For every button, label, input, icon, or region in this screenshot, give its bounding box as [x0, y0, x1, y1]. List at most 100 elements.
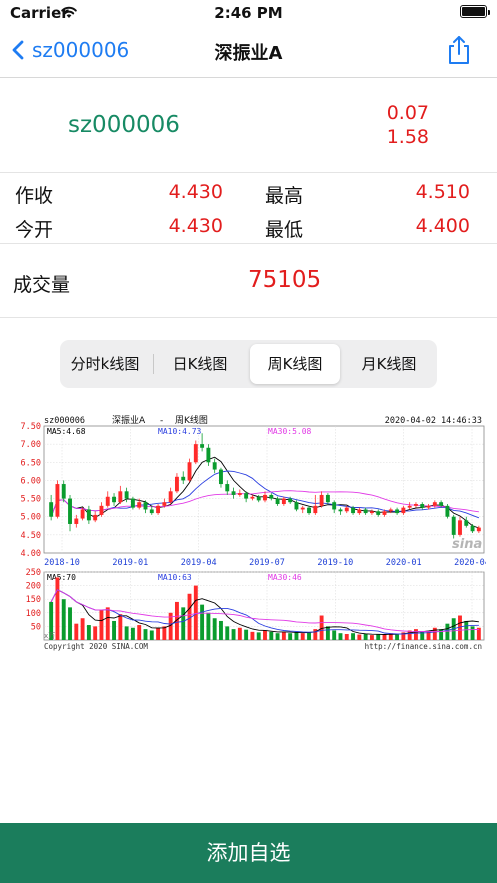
volume-bar	[244, 629, 249, 640]
prev-close-value: 4.430	[168, 181, 223, 203]
volume-bar	[357, 634, 362, 640]
volume-bar	[376, 634, 381, 640]
volume-bar	[414, 629, 418, 640]
volume-bar	[61, 599, 66, 640]
open-value: 4.430	[168, 215, 223, 237]
status-bar: Carrier 2:46 PM	[0, 0, 497, 26]
chart-type-label: 周K线图	[175, 414, 208, 426]
volume-bar	[407, 630, 412, 640]
volume-bar	[55, 577, 60, 640]
candle-body	[288, 498, 293, 503]
chart-type-tabs: 分时k线图 日K线图 周K线图 月K线图	[60, 340, 437, 388]
volume-bar	[143, 629, 148, 640]
add-to-watchlist-button[interactable]: 添加自选	[0, 823, 497, 883]
tab-weekly[interactable]: 周K线图	[250, 344, 340, 384]
volume-bar	[162, 626, 167, 640]
candle-body	[55, 484, 60, 517]
candle-body	[49, 502, 54, 517]
chart-code: sz000006	[44, 416, 85, 426]
volume-bar	[464, 620, 469, 640]
candle-body	[193, 444, 198, 463]
candle-body	[74, 518, 79, 524]
candle-body	[130, 498, 135, 508]
candle-body	[118, 491, 123, 503]
volume-bar	[219, 620, 223, 640]
volume-bar	[256, 632, 261, 640]
candle-body	[407, 505, 412, 508]
candle-body	[344, 507, 349, 512]
weekly-k-line-chart: sz000006 深振业A - 周K线图 2020-04-02 14:46:33…	[20, 412, 486, 652]
volume-bar	[74, 623, 79, 640]
candle-body	[269, 494, 274, 499]
price-stats: 作收 4.430 最高 4.510 今开 4.430 最低 4.400	[0, 173, 497, 244]
price-change: 0.07	[386, 102, 429, 124]
candle-body	[80, 509, 85, 519]
candle-body	[439, 502, 444, 506]
candle-body	[451, 516, 456, 535]
candle-body	[464, 520, 469, 526]
page-title: 深振业A	[214, 43, 283, 64]
volume-bar	[225, 626, 230, 640]
volume-bar	[118, 614, 123, 640]
candle-body	[174, 476, 179, 492]
candle-body	[200, 444, 205, 448]
volume-bar	[395, 634, 400, 640]
candle-body	[476, 527, 481, 532]
prev-close-label: 作收	[15, 185, 54, 207]
candle-body	[307, 507, 311, 514]
volume-tick-label: 150	[26, 595, 41, 605]
candle-body	[112, 496, 116, 503]
candle-body	[357, 509, 362, 514]
volume-bar	[363, 634, 368, 640]
chart-name: 深振业A	[112, 414, 146, 426]
volume-bar	[445, 623, 450, 640]
candle-body	[401, 507, 406, 514]
candle-body	[181, 476, 186, 481]
volume-summary: 成交量 75105	[0, 244, 497, 318]
navigation-bar: sz000006 深振业A	[0, 26, 497, 78]
tab-monthly[interactable]: 月K线图	[344, 344, 434, 384]
volume-bar	[68, 607, 72, 640]
price-ma10: MA10:4.73	[158, 427, 202, 436]
date-tick-label: 2019-04	[181, 558, 217, 568]
volume-bar	[288, 633, 293, 640]
candle-body	[250, 496, 255, 499]
volume-bar	[344, 634, 349, 640]
volume-bar	[149, 630, 154, 640]
chart-timestamp: 2020-04-02 14:46:33	[385, 416, 482, 426]
volume-bar	[93, 626, 98, 640]
volume-bar	[470, 626, 475, 640]
candle-body	[143, 502, 148, 510]
volume-bar	[156, 627, 161, 640]
candle-body	[275, 498, 280, 505]
volume-ma30: MA30:46	[268, 573, 302, 582]
candle-body	[420, 504, 425, 508]
candle-body	[237, 493, 242, 495]
price-tick-label: 6.50	[21, 458, 41, 468]
high-value: 4.510	[415, 181, 470, 203]
candle-body	[395, 509, 400, 514]
share-icon[interactable]	[447, 35, 471, 65]
volume-bar	[369, 635, 374, 640]
price-tick-label: 4.50	[21, 531, 41, 541]
tab-daily[interactable]: 日K线图	[155, 344, 245, 384]
volume-tick-label: 50	[31, 622, 41, 632]
volume-bar	[263, 630, 267, 640]
date-tick-label: 2019-07	[249, 558, 285, 568]
candle-body	[149, 509, 154, 514]
low-value: 4.400	[415, 215, 470, 237]
candle-body	[156, 505, 161, 514]
chart-copyright: Copyright 2020 SINA.COM	[44, 642, 148, 651]
candle-body	[124, 491, 129, 499]
volume-bar	[80, 618, 85, 640]
candle-body	[168, 491, 173, 503]
candle-body	[99, 505, 104, 515]
volume-unit: x万	[44, 632, 55, 640]
volume-tick-label: 100	[26, 609, 41, 619]
candle-body	[68, 498, 72, 524]
volume-bar	[112, 620, 116, 640]
tab-intraday[interactable]: 分时k线图	[60, 344, 150, 384]
volume-bar	[105, 607, 110, 640]
low-label: 最低	[265, 219, 304, 241]
volume-bar	[130, 627, 135, 640]
